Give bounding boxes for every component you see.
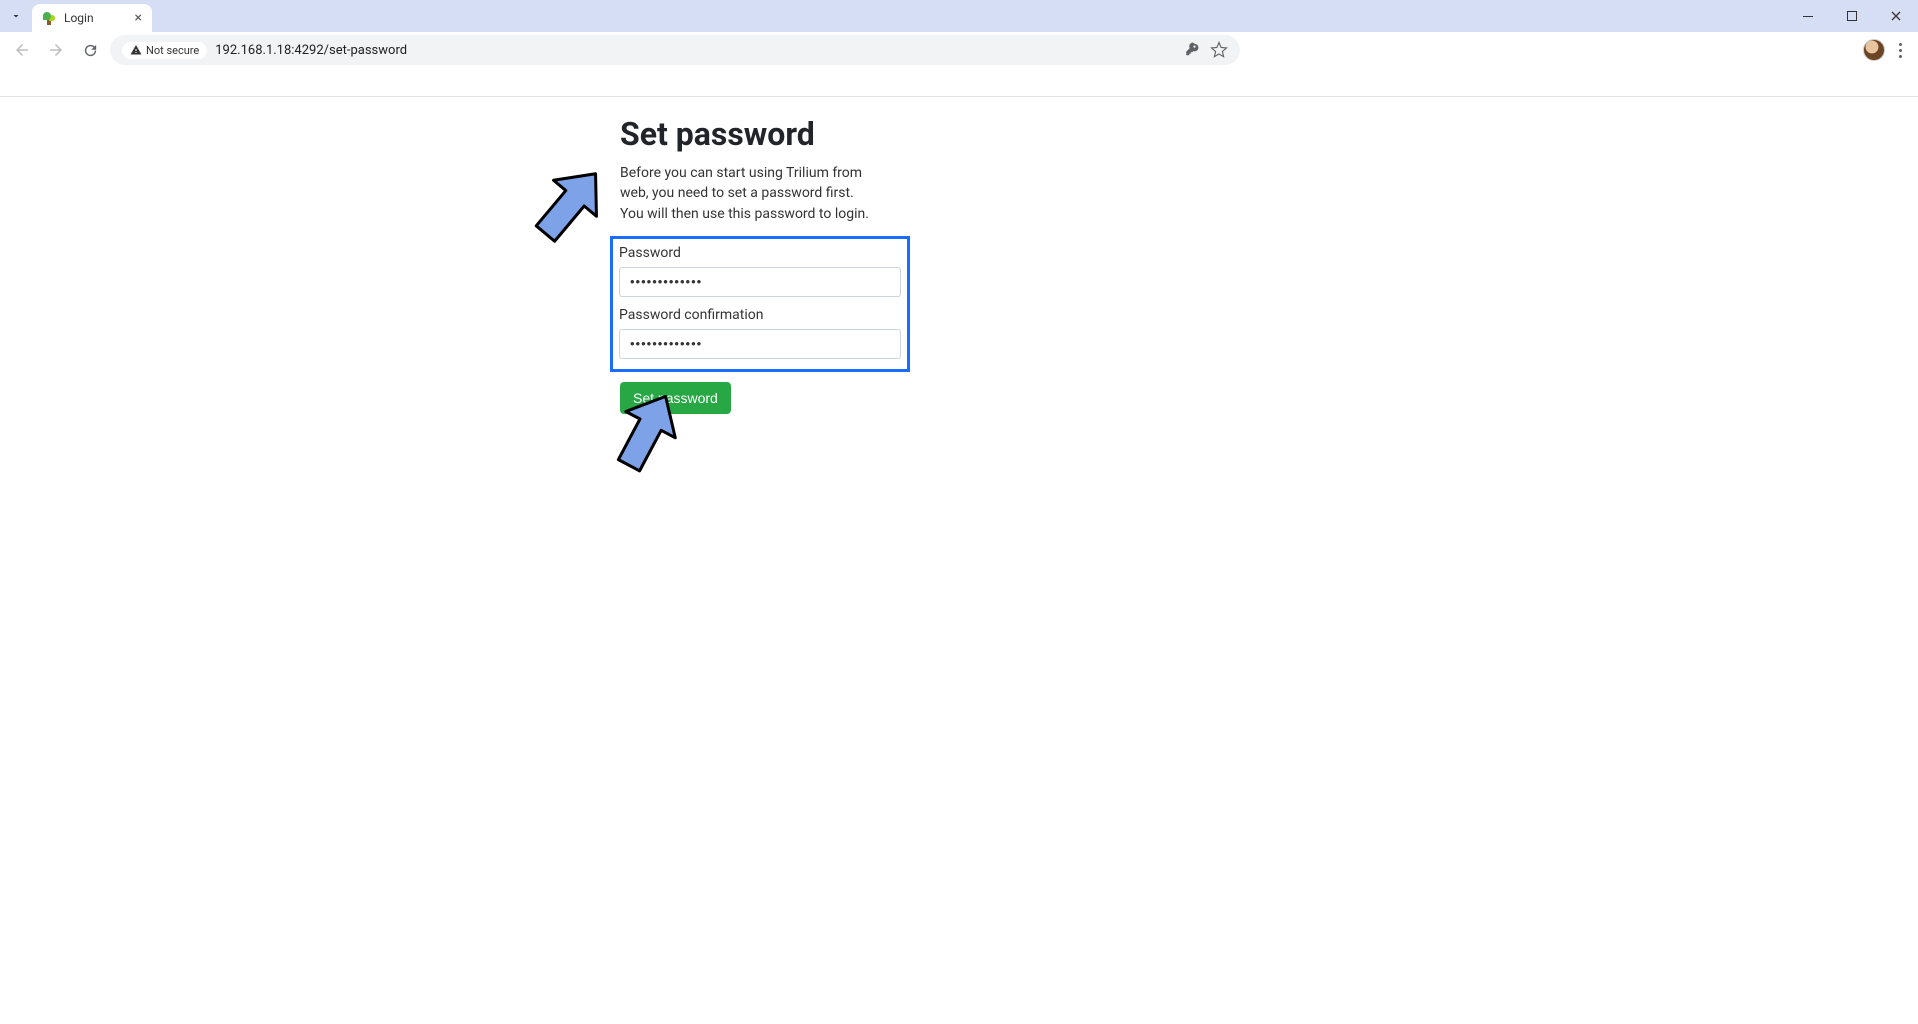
browser-tab[interactable]: Login × xyxy=(32,4,152,32)
window-controls xyxy=(1786,0,1918,32)
profile-avatar[interactable] xyxy=(1863,39,1885,61)
forward-button[interactable] xyxy=(42,36,70,64)
password-key-icon[interactable] xyxy=(1184,41,1202,59)
set-password-form: Set password Before you can start using … xyxy=(620,115,900,414)
reload-icon xyxy=(82,42,99,59)
toolbar: Not secure 192.168.1.18:4292/set-passwor… xyxy=(0,32,1918,68)
arrow-right-icon xyxy=(47,41,65,59)
tabs-menu-button[interactable] xyxy=(0,0,32,32)
titlebar: Login × xyxy=(0,0,1918,32)
security-chip[interactable]: Not secure xyxy=(122,42,207,59)
highlight-box: Password Password confirmation xyxy=(610,236,910,372)
annotation-arrow-top xyxy=(516,159,616,259)
maximize-button[interactable] xyxy=(1830,0,1874,32)
password-confirm-input[interactable] xyxy=(619,329,901,359)
password-input[interactable] xyxy=(619,267,901,297)
security-label: Not secure xyxy=(146,44,199,57)
address-bar[interactable]: Not secure 192.168.1.18:4292/set-passwor… xyxy=(110,35,1240,65)
reload-button[interactable] xyxy=(76,36,104,64)
tab-close-button[interactable]: × xyxy=(135,10,142,26)
url-text: 192.168.1.18:4292/set-password xyxy=(215,43,1176,58)
chevron-down-icon xyxy=(10,10,22,22)
browser-menu-button[interactable] xyxy=(1899,43,1902,58)
back-button[interactable] xyxy=(8,36,36,64)
bookmark-icon[interactable] xyxy=(1210,41,1228,59)
password-confirm-label: Password confirmation xyxy=(619,307,901,323)
tab-title: Login xyxy=(64,11,94,25)
arrow-left-icon xyxy=(13,41,31,59)
set-password-button[interactable]: Set password xyxy=(620,382,731,414)
page-description: Before you can start using Trilium from … xyxy=(620,163,878,224)
favicon-icon xyxy=(42,11,56,25)
page-title: Set password xyxy=(620,115,900,153)
close-window-button[interactable] xyxy=(1874,0,1918,32)
toolbar-right xyxy=(1863,39,1910,61)
warning-icon xyxy=(130,44,142,56)
minimize-button[interactable] xyxy=(1786,0,1830,32)
toolbar-separator xyxy=(0,96,1918,97)
password-label: Password xyxy=(619,245,901,261)
